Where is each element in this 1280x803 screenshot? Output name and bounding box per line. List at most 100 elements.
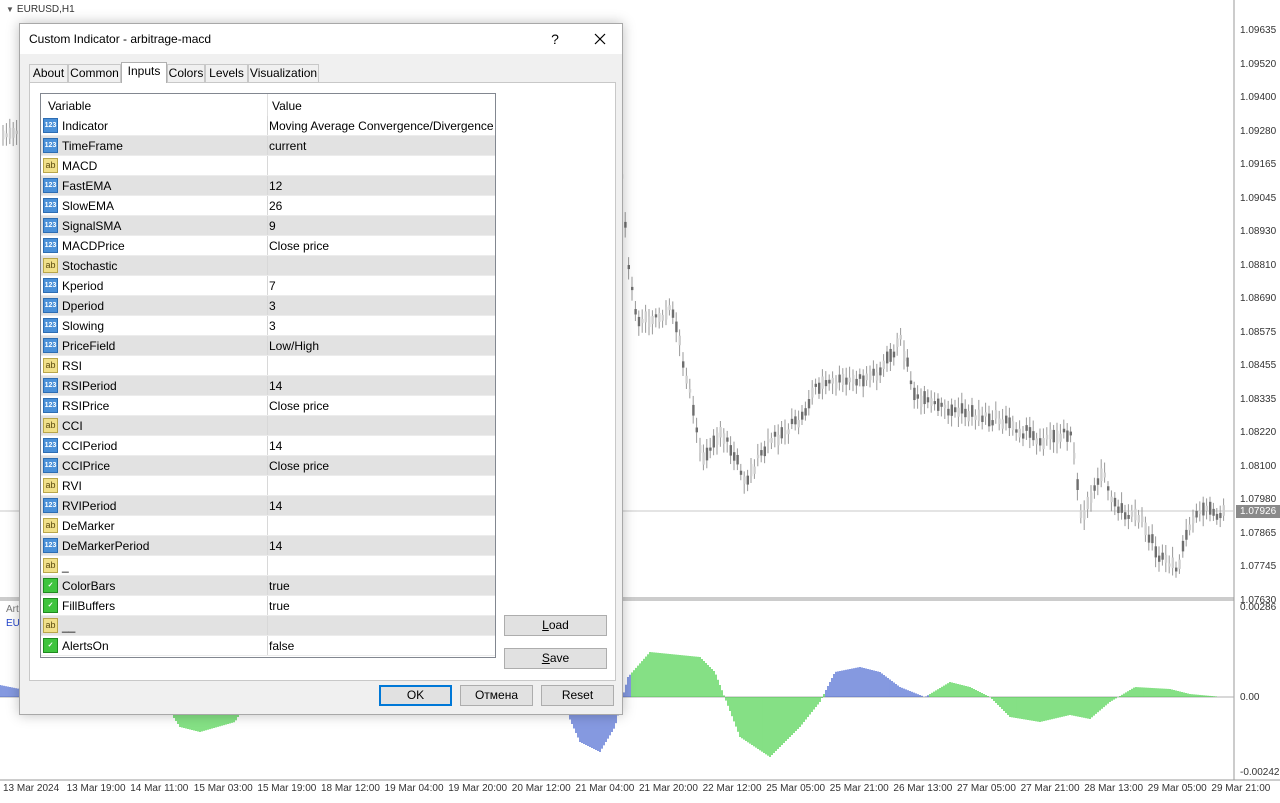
input-row[interactable]: 123 RVIPeriod 14 — [41, 496, 495, 516]
input-row[interactable]: 123 TimeFrame current — [41, 136, 495, 156]
tab-about[interactable]: About — [29, 64, 68, 82]
input-value[interactable]: true — [269, 579, 290, 593]
input-value[interactable]: 14 — [269, 539, 282, 553]
input-row[interactable]: ab _ — [41, 556, 495, 576]
time-tick-label: 21 Mar 04:00 — [575, 783, 635, 794]
load-button[interactable]: Load — [504, 615, 607, 636]
input-value[interactable]: 9 — [269, 219, 276, 233]
dialog-titlebar[interactable]: Custom Indicator - arbitrage-macd ? — [20, 24, 622, 54]
input-value[interactable]: 3 — [269, 319, 276, 333]
candle-body — [1181, 540, 1185, 552]
ok-button[interactable]: OK — [379, 685, 452, 706]
input-row[interactable]: 123 Kperiod 7 — [41, 276, 495, 296]
input-row[interactable]: ab RSI — [41, 356, 495, 376]
input-row[interactable]: 123 MACDPrice Close price — [41, 236, 495, 256]
candle-body — [950, 404, 953, 416]
input-row[interactable]: 123 SlowEMA 26 — [41, 196, 495, 216]
input-row[interactable]: ✓ FillBuffers true — [41, 596, 495, 616]
input-row[interactable]: 123 CCIPrice Close price — [41, 456, 495, 476]
tab-visualization[interactable]: Visualization — [248, 64, 319, 82]
save-button[interactable]: Save — [504, 648, 607, 669]
column-header-variable[interactable]: Variable — [48, 99, 91, 113]
close-button[interactable] — [586, 27, 614, 51]
input-value[interactable]: 14 — [269, 499, 282, 513]
candle-body — [889, 348, 892, 362]
tab-colors[interactable]: Colors — [167, 64, 205, 82]
candle-body — [1011, 421, 1015, 431]
candle-body — [1130, 510, 1134, 517]
candle-body — [760, 450, 763, 456]
price-tick-label: 1.09635 — [1240, 25, 1277, 36]
input-row[interactable]: ab __ — [41, 616, 495, 636]
close-icon — [594, 33, 606, 45]
input-row[interactable]: ✓ ColorBars true — [41, 576, 495, 596]
indicator-tick-label: -0.00242 — [1240, 767, 1280, 778]
input-row[interactable]: ab Stochastic — [41, 256, 495, 276]
column-divider[interactable] — [267, 94, 268, 116]
input-row[interactable]: 123 Dperiod 3 — [41, 296, 495, 316]
candle-body — [1059, 433, 1062, 442]
cancel-button[interactable]: Отмена — [460, 685, 533, 706]
input-value[interactable]: Low/High — [269, 339, 319, 353]
inputs-grid[interactable]: Variable Value 123 Indicator Moving Averag… — [40, 93, 496, 658]
input-row[interactable]: 123 Slowing 3 — [41, 316, 495, 336]
input-value[interactable]: Close price — [269, 399, 329, 413]
cell-divider — [267, 596, 268, 616]
tab-common[interactable]: Common — [68, 64, 121, 82]
input-row[interactable]: 123 CCIPeriod 14 — [41, 436, 495, 456]
candle-body — [746, 475, 749, 485]
candle-body — [631, 286, 634, 291]
reset-button[interactable]: Reset — [541, 685, 614, 706]
input-row[interactable]: 123 RSIPeriod 14 — [41, 376, 495, 396]
input-row[interactable]: 123 DeMarkerPeriod 14 — [41, 536, 495, 556]
input-value[interactable]: true — [269, 599, 290, 613]
candle-body — [930, 398, 933, 406]
input-value[interactable]: 26 — [269, 199, 282, 213]
input-row[interactable]: 123 FastEMA 12 — [41, 176, 495, 196]
candle-body — [736, 454, 739, 465]
candle-body — [838, 374, 841, 383]
candle-body — [1076, 479, 1079, 490]
candle-body — [756, 454, 760, 459]
input-row[interactable]: ab MACD — [41, 156, 495, 176]
candle-body — [994, 410, 998, 419]
numeric-param-icon: 123 — [43, 538, 58, 553]
input-value[interactable]: current — [269, 139, 306, 153]
tab-inputs[interactable]: Inputs — [121, 62, 167, 83]
chart-menu-triangle-icon[interactable]: ▼ — [6, 5, 14, 14]
candle-body — [644, 311, 647, 323]
input-value[interactable]: false — [269, 639, 294, 653]
input-row[interactable]: 123 Indicator Moving Average Convergence/D… — [41, 116, 495, 136]
input-row[interactable]: 123 PriceField Low/High — [41, 336, 495, 356]
input-value[interactable]: Moving Average Convergence/Divergence — [269, 119, 494, 133]
input-row[interactable]: 123 RSIPrice Close price — [41, 396, 495, 416]
input-row[interactable]: ab CCI — [41, 416, 495, 436]
candle-body — [637, 316, 641, 327]
cell-divider — [267, 336, 268, 356]
tab-levels[interactable]: Levels — [205, 64, 248, 82]
input-row[interactable]: ab RVI — [41, 476, 495, 496]
candle-body — [1069, 431, 1072, 436]
input-value[interactable]: Close price — [269, 239, 329, 253]
input-row[interactable]: ab DeMarker — [41, 516, 495, 536]
candle-body — [1222, 505, 1225, 516]
candle-body — [964, 408, 967, 418]
candle-body — [1202, 502, 1205, 516]
column-header-value[interactable]: Value — [272, 99, 302, 113]
input-value[interactable]: 3 — [269, 299, 276, 313]
input-row[interactable]: ✓ AlertsOn false — [41, 636, 495, 656]
candle-body — [1093, 485, 1096, 491]
candle-body — [998, 418, 1001, 425]
candle-body — [767, 438, 770, 443]
input-value[interactable]: Close price — [269, 459, 329, 473]
candle-body — [702, 452, 705, 465]
input-value[interactable]: 14 — [269, 439, 282, 453]
input-value[interactable]: 7 — [269, 279, 276, 293]
input-row[interactable]: 123 SignalSMA 9 — [41, 216, 495, 236]
candle-body — [1178, 559, 1181, 569]
input-value[interactable]: 14 — [269, 379, 282, 393]
dialog-title: Custom Indicator - arbitrage-macd — [29, 32, 212, 46]
input-variable-name: DeMarker — [62, 519, 115, 533]
input-value[interactable]: 12 — [269, 179, 282, 193]
help-button[interactable]: ? — [542, 27, 568, 51]
